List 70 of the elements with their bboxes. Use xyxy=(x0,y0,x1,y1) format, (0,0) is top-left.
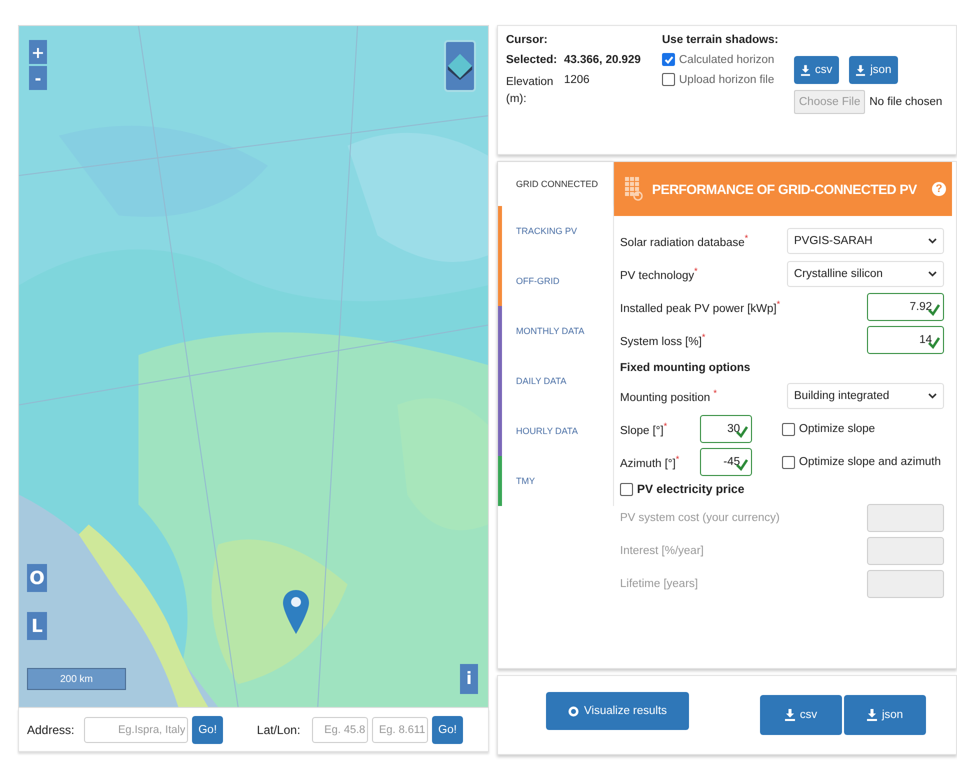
scale-bar: 200 km xyxy=(27,668,126,690)
field-label: Solar radiation database$^{*}$ xyxy=(620,233,748,249)
checkbox-label: Upload horizon file xyxy=(679,74,774,86)
selected-coordinates: 43.366, 20.929 xyxy=(564,54,642,66)
download-icon xyxy=(801,64,810,76)
checkbox-label: Calculated horizon xyxy=(679,54,774,66)
tab[interactable]: GRID CONNECTED xyxy=(498,162,613,206)
input-field[interactable]: 7.92 xyxy=(867,293,944,321)
input-field[interactable] xyxy=(867,537,944,565)
chevron-down-icon xyxy=(928,271,937,277)
map-pin-icon xyxy=(283,590,309,634)
layers-button[interactable] xyxy=(444,40,476,92)
solar-panel-icon xyxy=(624,176,644,202)
visualize-results-button[interactable]: Visualize results xyxy=(546,692,689,730)
download-button[interactable]: json xyxy=(844,695,926,735)
panel-title: PERFORMANCE OF GRID-CONNECTED PV xyxy=(652,182,918,196)
input-field[interactable] xyxy=(867,504,944,532)
elevation-label: Elevation (m): xyxy=(506,75,554,108)
input-field[interactable] xyxy=(867,570,944,598)
field-label: PV technology$^{*}$ xyxy=(620,266,698,282)
dropdown[interactable]: Building integrated xyxy=(787,383,944,409)
map-mode-button[interactable]: L xyxy=(27,612,47,640)
zoom-in-button[interactable]: + xyxy=(29,40,47,64)
file-status: No file chosen xyxy=(869,96,942,108)
elevation-value: 1206 xyxy=(564,74,591,88)
field-label: Lifetime [years] xyxy=(620,578,698,590)
download-icon xyxy=(866,709,877,721)
input-field[interactable]: 30 xyxy=(700,415,752,443)
section-title: Fixed mounting options xyxy=(620,361,752,376)
field-label: PV system cost (your currency) xyxy=(620,512,780,524)
checkbox[interactable] xyxy=(620,482,633,496)
dropdown[interactable]: PVGIS-SARAH xyxy=(787,228,944,254)
dropdown[interactable]: Crystalline silicon xyxy=(787,261,944,287)
address-label: Address: xyxy=(27,722,74,736)
layers-icon xyxy=(446,51,474,81)
selected-label: Selected: xyxy=(506,54,558,66)
checkbox[interactable] xyxy=(782,456,795,468)
download-icon xyxy=(856,64,866,76)
download-button[interactable]: csv xyxy=(760,695,842,735)
field-label: Azimuth [°]$^{*}$ xyxy=(620,454,680,470)
download-button[interactable]: json xyxy=(849,56,898,84)
lat-lon-label: Lat/Lon: xyxy=(256,722,300,736)
input-field[interactable]: -45 xyxy=(700,448,752,476)
checkbox[interactable] xyxy=(782,422,795,436)
latitude-field[interactable]: Eg. 45.8 xyxy=(312,716,368,742)
eye-icon xyxy=(568,706,580,716)
field-label: Interest [%/year] xyxy=(620,545,704,557)
cursor-label: Cursor: xyxy=(506,34,549,46)
terrain-shadows-title: Use terrain shadows: xyxy=(662,34,780,46)
go-button[interactable]: Go! xyxy=(192,716,223,744)
checkbox-label: PV electricity price xyxy=(637,482,744,496)
checkbox-label: Optimize slope xyxy=(799,423,876,435)
field-label: Mounting position $^{*}$ xyxy=(620,388,717,404)
input-field[interactable]: 14 xyxy=(867,326,944,354)
info-button[interactable]: i xyxy=(460,664,478,694)
zoom-out-button[interactable]: - xyxy=(29,66,47,90)
map-mode-button[interactable]: O xyxy=(27,564,47,592)
go-button[interactable]: Go! xyxy=(432,716,463,744)
download-button[interactable]: csv xyxy=(794,56,840,84)
chevron-down-icon xyxy=(928,393,937,399)
field-label: System loss [%]$^{*}$ xyxy=(620,332,706,348)
checkbox[interactable] xyxy=(662,53,675,66)
longitude-field[interactable]: Eg. 8.611 xyxy=(372,716,428,742)
field-label: Slope [°]$^{*}$ xyxy=(620,421,668,437)
checkbox-label: Optimize slope and azimuth xyxy=(799,456,941,468)
chevron-down-icon xyxy=(928,238,937,244)
checkbox[interactable] xyxy=(662,73,675,86)
download-icon xyxy=(784,709,795,721)
field-label: Installed peak PV power [kWp]$^{*}$ xyxy=(620,299,780,315)
address-field[interactable]: Eg.Ispra, Italy xyxy=(84,716,188,742)
